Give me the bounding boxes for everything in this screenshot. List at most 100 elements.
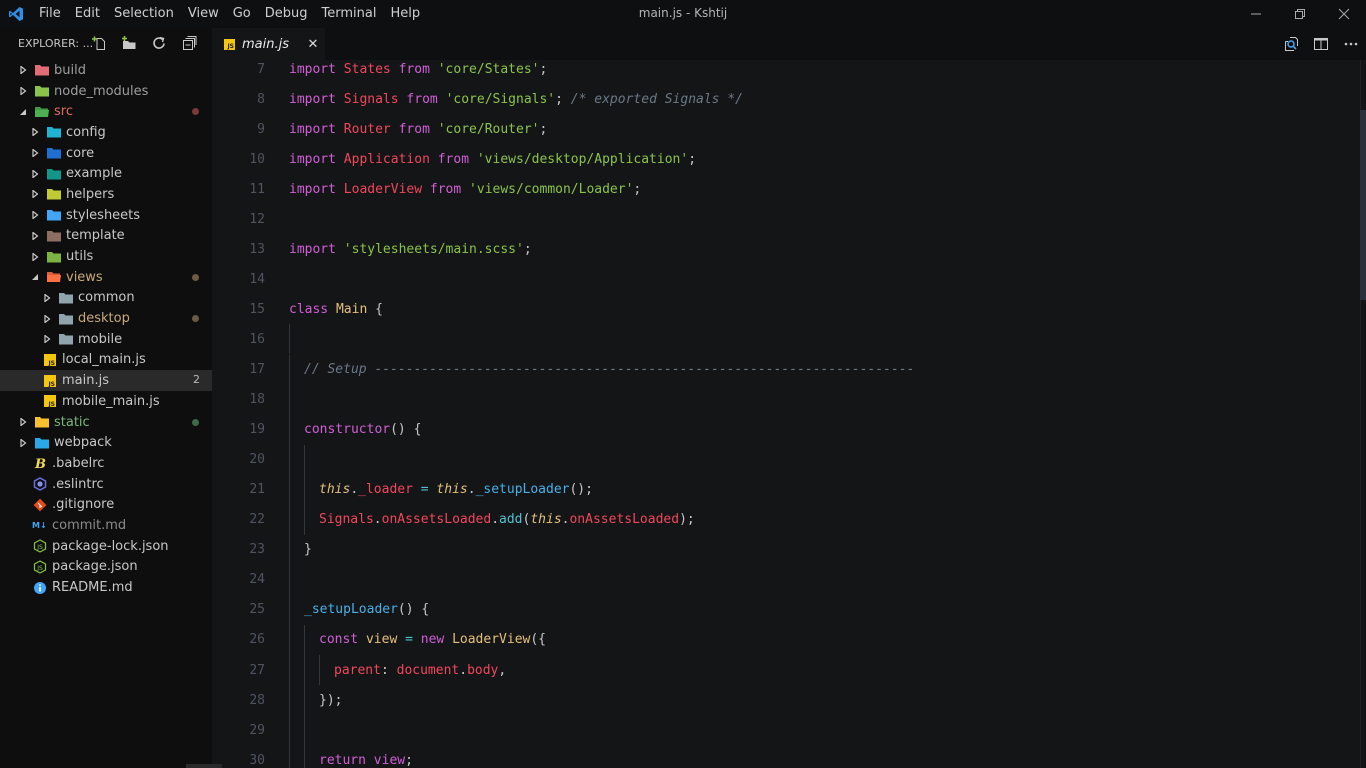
tree-item-readme-md[interactable]: README.md — [0, 577, 212, 598]
tree-item-template[interactable]: template — [0, 226, 212, 247]
horizontal-scroll-thumb[interactable] — [186, 764, 222, 768]
restore-button[interactable] — [1278, 0, 1322, 28]
close-window-button[interactable] — [1322, 0, 1366, 28]
menu-debug[interactable]: Debug — [258, 0, 315, 28]
tree-item-commit-md[interactable]: M↓ commit.md — [0, 515, 212, 536]
code-token: from — [429, 181, 462, 197]
code-token: Application — [343, 151, 430, 167]
indent-guide — [289, 504, 290, 535]
code-text: constructor() { — [304, 422, 421, 437]
nodejs-icon: JS — [32, 560, 48, 574]
menu-view[interactable]: View — [181, 0, 226, 28]
tree-item-mobile[interactable]: mobile — [0, 329, 212, 350]
code-token: ; — [523, 241, 532, 257]
split-editor-icon — [1314, 38, 1328, 50]
chevron-right-icon[interactable] — [30, 169, 40, 179]
chevron-right-icon[interactable] — [18, 417, 28, 427]
chevron-right-icon[interactable] — [30, 252, 40, 262]
chevron-right-icon[interactable] — [18, 65, 28, 75]
tree-item-main-js[interactable]: JS main.js 2 — [0, 370, 212, 391]
chevron-down-icon[interactable] — [30, 272, 40, 282]
chevron-right-icon[interactable] — [30, 148, 40, 158]
menu-help[interactable]: Help — [383, 0, 427, 28]
chevron-right-icon[interactable] — [30, 210, 40, 220]
menu-terminal[interactable]: Terminal — [315, 0, 384, 28]
tree-item-mobile-main-js[interactable]: JS mobile_main.js — [0, 391, 212, 412]
tree-item-build[interactable]: build — [0, 60, 212, 81]
tree-item-node-modules[interactable]: node_modules — [0, 81, 212, 102]
tree-item-helpers[interactable]: helpers — [0, 184, 212, 205]
chevron-right-icon[interactable] — [18, 438, 28, 448]
minimize-button[interactable] — [1234, 0, 1278, 28]
chevron-right-icon[interactable] — [42, 293, 52, 303]
file-tree: build node_modules src config core example hel… — [0, 60, 212, 598]
indent-guide — [289, 384, 290, 415]
folder-icon — [34, 105, 50, 119]
tree-item-label: mobile_main.js — [62, 393, 160, 409]
code-text: import States from 'core/States'; — [289, 62, 547, 77]
tree-item-src[interactable]: src — [0, 101, 212, 122]
vertical-scroll-thumb[interactable] — [1360, 110, 1366, 300]
tree-item-package-lock-json[interactable]: JS package-lock.json — [0, 536, 212, 557]
js-file-icon: JS — [42, 353, 58, 367]
split-editor-button[interactable] — [1306, 28, 1336, 60]
code-token: from — [398, 121, 430, 137]
tree-item-webpack[interactable]: webpack — [0, 432, 212, 453]
chevron-down-icon[interactable] — [18, 107, 28, 117]
code-token: onAssetsLoaded — [381, 512, 492, 528]
folder-icon — [46, 250, 62, 264]
chevron-right-icon[interactable] — [42, 314, 52, 324]
indent-guide — [289, 354, 290, 385]
refresh-button[interactable] — [150, 34, 168, 52]
chevron-right-icon[interactable] — [18, 86, 28, 96]
open-changes-button[interactable] — [1276, 28, 1306, 60]
code-token: import — [289, 91, 336, 107]
menu-file[interactable]: File — [32, 0, 68, 28]
tree-item-config[interactable]: config — [0, 122, 212, 143]
line-number: 27 — [249, 662, 265, 678]
tab-close-button[interactable]: ✕ — [301, 28, 325, 60]
code-token: . — [467, 482, 476, 498]
tree-item-package-json[interactable]: JS package.json — [0, 557, 212, 578]
tree-item-views[interactable]: views — [0, 267, 212, 288]
tree-item-static[interactable]: static — [0, 412, 212, 433]
chevron-right-icon[interactable] — [30, 127, 40, 137]
tree-item-eslintrc[interactable]: .eslintrc — [0, 474, 212, 495]
code-token: Router — [343, 121, 391, 137]
explorer-header: EXPLORER: ... — [0, 28, 212, 58]
vertical-scrollbar[interactable] — [1360, 60, 1366, 768]
collapse-all-button[interactable] — [180, 34, 198, 52]
tree-item-gitignore[interactable]: .gitignore — [0, 494, 212, 515]
tree-item-stylesheets[interactable]: stylesheets — [0, 205, 212, 226]
code-token: class — [289, 301, 329, 317]
code-editor[interactable]: 7 import States from 'core/States'; 8 impor… — [212, 60, 1366, 768]
tree-item-common[interactable]: common — [0, 288, 212, 309]
menu-edit[interactable]: Edit — [68, 0, 107, 28]
new-folder-button[interactable] — [120, 34, 138, 52]
js-file-icon: JS — [42, 374, 58, 388]
tree-item-babelrc[interactable]: B .babelrc — [0, 453, 212, 474]
tree-item-utils[interactable]: utils — [0, 246, 212, 267]
tree-item-core[interactable]: core — [0, 143, 212, 164]
chevron-right-icon[interactable] — [42, 334, 52, 344]
tree-item-local-main-js[interactable]: JS local_main.js — [0, 350, 212, 371]
more-actions-button[interactable] — [1336, 28, 1366, 60]
chevron-right-icon[interactable] — [30, 189, 40, 199]
new-file-button[interactable] — [90, 34, 108, 52]
chevron-right-icon[interactable] — [30, 231, 40, 241]
svg-text:M↓: M↓ — [32, 521, 47, 530]
menu-go[interactable]: Go — [226, 0, 258, 28]
line-number: 7 — [257, 61, 265, 77]
tab-main-js[interactable]: JS main.js ✕ — [212, 28, 325, 60]
tree-item-example[interactable]: example — [0, 163, 212, 184]
code-token: : — [380, 662, 397, 678]
tree-item-desktop[interactable]: desktop — [0, 308, 212, 329]
folder-icon — [58, 312, 74, 326]
menu-selection[interactable]: Selection — [107, 0, 181, 28]
